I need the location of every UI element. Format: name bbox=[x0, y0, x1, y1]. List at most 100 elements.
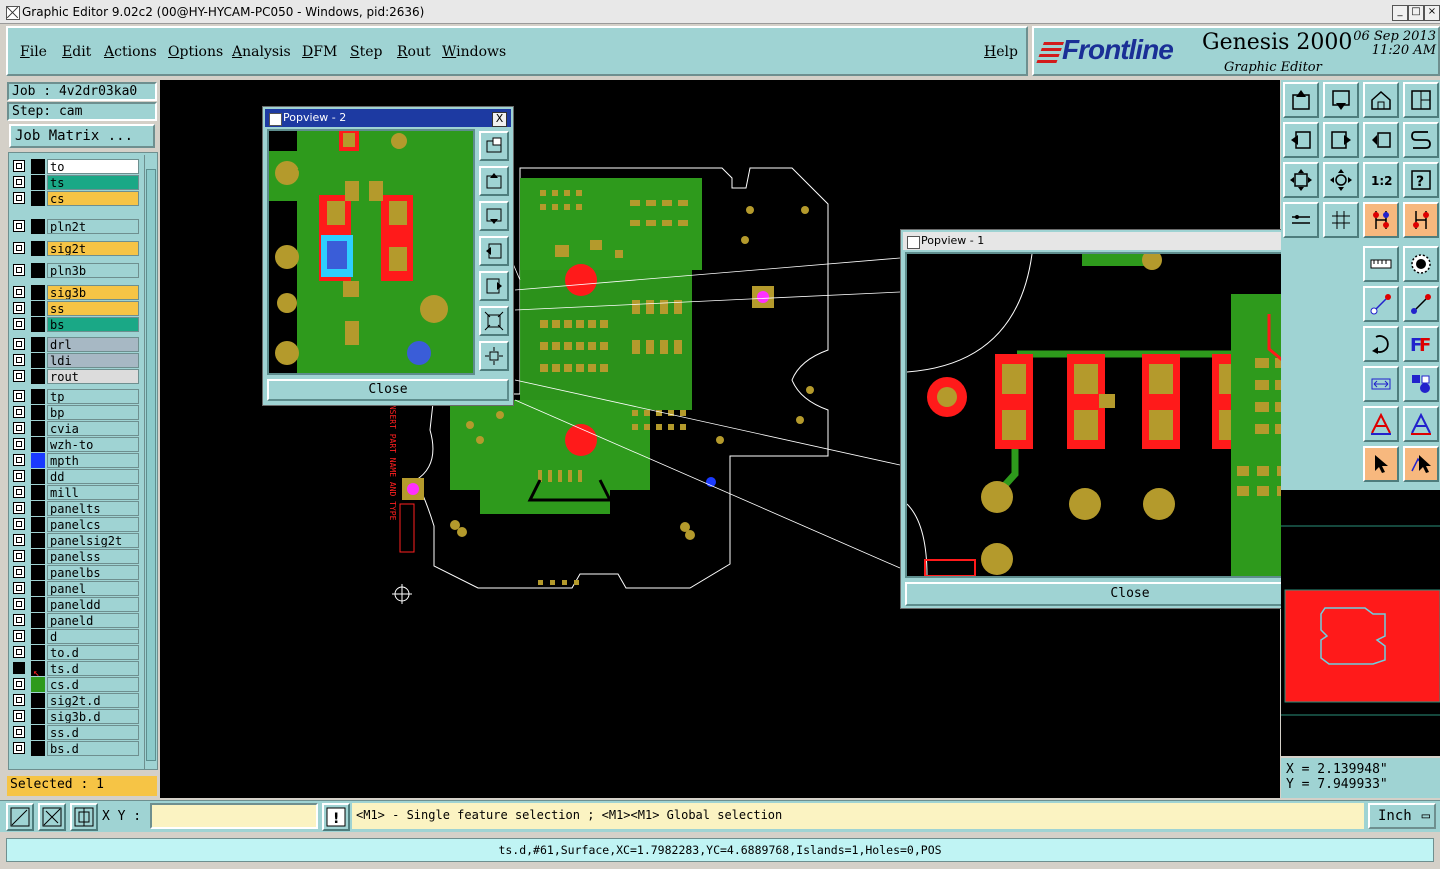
home-view-icon[interactable] bbox=[1363, 82, 1399, 118]
layer-marker[interactable] bbox=[31, 645, 45, 660]
measure-angle-icon[interactable] bbox=[38, 803, 66, 831]
zoom-in-icon[interactable] bbox=[479, 306, 509, 336]
layer-row[interactable]: cs.d bbox=[13, 677, 139, 692]
layer-row[interactable]: paneldd bbox=[13, 597, 139, 612]
layer-checkbox[interactable] bbox=[13, 354, 25, 366]
layer-row[interactable]: panelsig2t bbox=[13, 533, 139, 548]
popview-2-close-button[interactable]: Close bbox=[267, 379, 509, 401]
layer-marker[interactable] bbox=[31, 241, 45, 256]
layer-row[interactable]: cvia bbox=[13, 421, 139, 436]
net-connection-icon[interactable] bbox=[1363, 202, 1399, 238]
add-line-icon[interactable] bbox=[1363, 286, 1399, 322]
layer-marker[interactable] bbox=[31, 285, 45, 300]
layer-row[interactable]: sig2t.d bbox=[13, 693, 139, 708]
job-matrix-button[interactable]: Job Matrix ... bbox=[9, 124, 155, 148]
layer-name[interactable]: mill bbox=[47, 485, 139, 500]
layer-name[interactable]: drl bbox=[47, 337, 139, 352]
popview-1-view[interactable] bbox=[905, 252, 1321, 578]
layer-row[interactable]: pln2t bbox=[13, 219, 139, 234]
layer-checkbox[interactable] bbox=[13, 614, 25, 626]
layer-marker[interactable] bbox=[31, 437, 45, 452]
layer-name[interactable]: panel bbox=[47, 581, 139, 596]
layer-marker[interactable] bbox=[31, 677, 45, 692]
layer-row[interactable]: cs bbox=[13, 191, 139, 206]
popview-2-titlebar[interactable]: Popview - 2 X bbox=[265, 109, 511, 127]
xy-input[interactable] bbox=[150, 803, 318, 829]
menu-options[interactable]: Options bbox=[168, 44, 223, 60]
layer-name[interactable]: bp bbox=[47, 405, 139, 420]
layer-row[interactable]: ss.d bbox=[13, 725, 139, 740]
select-pointer-icon[interactable] bbox=[1363, 446, 1399, 482]
layer-row[interactable]: bs bbox=[13, 317, 139, 332]
layer-name[interactable]: panelbs bbox=[47, 565, 139, 580]
menu-windows[interactable]: Windows bbox=[442, 44, 506, 60]
close-icon[interactable]: × bbox=[1424, 5, 1440, 21]
layer-row[interactable]: to.d bbox=[13, 645, 139, 660]
layer-marker[interactable] bbox=[31, 317, 45, 332]
pan-left-icon[interactable] bbox=[479, 236, 509, 266]
layer-checkbox[interactable] bbox=[13, 370, 25, 382]
undo-view-icon[interactable] bbox=[1363, 122, 1399, 158]
measure-tool-icon[interactable] bbox=[1283, 202, 1319, 238]
layer-checkbox[interactable] bbox=[13, 220, 25, 232]
layer-list-scrollbar[interactable] bbox=[144, 155, 156, 769]
layer-marker[interactable] bbox=[31, 219, 45, 234]
layer-marker[interactable] bbox=[31, 533, 45, 548]
layer-checkbox[interactable] bbox=[13, 502, 25, 514]
view-up-icon[interactable] bbox=[1283, 82, 1319, 118]
layer-name[interactable]: bs.d bbox=[47, 741, 139, 756]
layer-row[interactable]: mill bbox=[13, 485, 139, 500]
view-left-icon[interactable] bbox=[1283, 122, 1319, 158]
layer-row[interactable]: ldi bbox=[13, 353, 139, 368]
layer-name[interactable]: ldi bbox=[47, 353, 139, 368]
layer-row[interactable]: panelcs bbox=[13, 517, 139, 532]
layer-name[interactable]: mpth bbox=[47, 453, 139, 468]
layer-name[interactable]: to bbox=[47, 159, 139, 174]
layer-checkbox[interactable] bbox=[13, 286, 25, 298]
layer-marker[interactable] bbox=[31, 301, 45, 316]
menu-actions[interactable]: Actions bbox=[104, 44, 157, 60]
layer-row[interactable]: d bbox=[13, 629, 139, 644]
layer-marker[interactable] bbox=[31, 693, 45, 708]
layer-row[interactable]: tp bbox=[13, 389, 139, 404]
pad-circle-icon[interactable] bbox=[1403, 246, 1439, 282]
add-line-alt-icon[interactable] bbox=[1403, 286, 1439, 322]
layer-name[interactable]: ts.d bbox=[47, 661, 139, 676]
view-down-icon[interactable] bbox=[1323, 82, 1359, 118]
layer-marker[interactable]: ↖ bbox=[31, 661, 45, 679]
layer-marker[interactable] bbox=[31, 337, 45, 352]
layer-marker[interactable] bbox=[31, 405, 45, 420]
net-trace-icon[interactable] bbox=[1403, 202, 1439, 238]
layer-marker[interactable] bbox=[31, 613, 45, 628]
pan-down-icon[interactable] bbox=[479, 201, 509, 231]
layer-row[interactable]: pln3b bbox=[13, 263, 139, 278]
menu-help[interactable]: Help bbox=[984, 44, 1018, 60]
layer-checkbox[interactable] bbox=[13, 662, 25, 674]
layer-name[interactable]: sig2t bbox=[47, 241, 139, 256]
layer-checkbox[interactable] bbox=[13, 242, 25, 254]
layer-row[interactable]: sig3b bbox=[13, 285, 139, 300]
layer-marker[interactable] bbox=[31, 263, 45, 278]
layer-name[interactable]: panelcs bbox=[47, 517, 139, 532]
layer-name[interactable]: pln2t bbox=[47, 219, 139, 234]
layer-marker[interactable] bbox=[31, 565, 45, 580]
pan-right-icon[interactable] bbox=[479, 271, 509, 301]
layer-marker[interactable] bbox=[31, 597, 45, 612]
layer-checkbox[interactable] bbox=[13, 486, 25, 498]
layer-row[interactable]: dd bbox=[13, 469, 139, 484]
layer-checkbox[interactable] bbox=[13, 160, 25, 172]
menu-edit[interactable]: Edit bbox=[62, 44, 91, 60]
layer-checkbox[interactable] bbox=[13, 518, 25, 530]
layer-row[interactable]: panelbs bbox=[13, 565, 139, 580]
layer-row[interactable]: sig2t bbox=[13, 241, 139, 256]
popview-2-window[interactable]: Popview - 2 X Close bbox=[262, 106, 514, 406]
layer-name[interactable]: wzh-to bbox=[47, 437, 139, 452]
layer-name[interactable]: panelsig2t bbox=[47, 533, 139, 548]
zoom-fit-icon[interactable] bbox=[1283, 162, 1319, 198]
menu-file[interactable]: File bbox=[20, 44, 47, 60]
zoom-1-to-2-icon[interactable]: 1:2 bbox=[1363, 162, 1399, 198]
layer-checkbox[interactable] bbox=[13, 406, 25, 418]
zoom-center-icon[interactable] bbox=[1323, 162, 1359, 198]
window-titlebar[interactable]: Graphic Editor 9.02c2 (00@HY-HYCAM-PC050… bbox=[0, 0, 1440, 24]
layer-name[interactable]: cs.d bbox=[47, 677, 139, 692]
